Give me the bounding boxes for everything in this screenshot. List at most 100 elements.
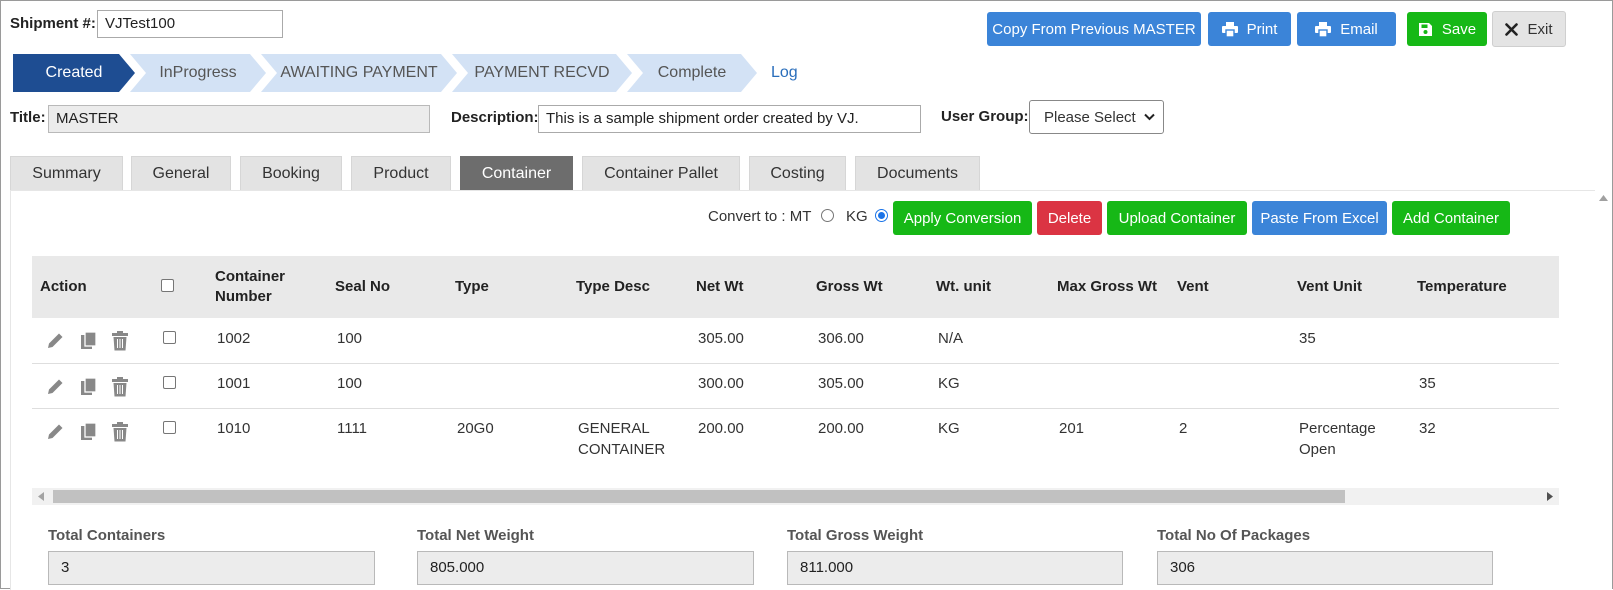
cell-type: 20G0 (457, 420, 494, 437)
table-header: Action Container Number Seal No Type Typ… (32, 256, 1559, 318)
cell-net-wt: 300.00 (698, 375, 744, 392)
cell-gross-wt: 305.00 (818, 375, 864, 392)
user-group-select[interactable]: Please Select (1029, 100, 1164, 134)
total-packages-label: Total No Of Packages (1157, 527, 1311, 544)
horizontal-scrollbar[interactable] (32, 488, 1559, 505)
cell-container-number: 1010 (217, 420, 251, 437)
email-button-label: Email (1340, 20, 1378, 38)
edit-icon[interactable] (46, 422, 65, 441)
cell-wt-unit: N/A (938, 330, 964, 347)
close-icon (1505, 22, 1519, 36)
total-gross-weight-label: Total Gross Weight (787, 527, 924, 544)
tab-documents[interactable]: Documents (855, 156, 980, 190)
delete-button[interactable]: Delete (1037, 201, 1102, 235)
print-button[interactable]: Print (1208, 12, 1291, 46)
cell-net-wt: 305.00 (698, 330, 744, 347)
cell-wt-unit: KG (938, 420, 960, 437)
save-button[interactable]: Save (1407, 12, 1487, 46)
scroll-right-icon[interactable] (1547, 492, 1553, 501)
copy-from-previous-button[interactable]: Copy From Previous MASTER (987, 12, 1201, 46)
kg-label: KG (846, 208, 868, 225)
col-vent-unit: Vent Unit (1297, 278, 1363, 295)
email-button[interactable]: Email (1297, 12, 1396, 46)
upload-container-button[interactable]: Upload Container (1107, 201, 1247, 235)
col-vent: Vent (1177, 278, 1209, 295)
shipment-number-input[interactable]: VJTest100 (97, 10, 283, 38)
copy-icon[interactable] (80, 331, 97, 350)
tab-costing[interactable]: Costing (749, 156, 846, 190)
title-input[interactable]: MASTER (48, 105, 430, 133)
copy-button-label: Copy From Previous MASTER (992, 20, 1196, 38)
mt-radio[interactable] (821, 209, 834, 222)
add-container-button[interactable]: Add Container (1392, 201, 1510, 235)
trash-icon[interactable] (111, 331, 129, 351)
print-button-label: Print (1246, 20, 1278, 38)
row-checkbox[interactable] (163, 331, 176, 344)
tab-booking[interactable]: Booking (240, 156, 342, 190)
copy-icon[interactable] (80, 377, 97, 396)
cell-seal-no: 100 (337, 330, 363, 347)
log-link[interactable]: Log (771, 64, 798, 82)
col-action: Action (40, 278, 87, 295)
scroll-left-icon[interactable] (38, 492, 44, 501)
step-created[interactable]: Created (13, 54, 135, 92)
table-row: 1001 100 300.00 305.00 KG 35 (32, 364, 1559, 409)
edit-icon[interactable] (46, 331, 65, 350)
row-checkbox[interactable] (163, 376, 176, 389)
save-button-label: Save (1441, 20, 1477, 38)
scroll-up-icon[interactable] (1599, 195, 1608, 201)
exit-button-label: Exit (1527, 20, 1553, 38)
cell-max-gross-wt: 201 (1059, 420, 1085, 437)
print-icon (1315, 21, 1332, 37)
paste-from-excel-button[interactable]: Paste From Excel (1252, 201, 1387, 235)
total-containers-field: 3 (48, 551, 375, 585)
tab-container[interactable]: Container (460, 156, 573, 190)
cell-type-desc: GENERAL CONTAINER (578, 420, 666, 458)
print-icon (1221, 21, 1238, 37)
cell-vent-unit: 35 (1299, 330, 1316, 347)
exit-button[interactable]: Exit (1492, 11, 1566, 47)
tab-product[interactable]: Product (351, 156, 451, 190)
col-container-number: Container Number (215, 268, 286, 305)
step-awaiting-payment[interactable]: AWAITING PAYMENT (261, 54, 457, 92)
copy-icon[interactable] (80, 422, 97, 441)
cell-vent: 2 (1179, 420, 1188, 437)
col-net-wt: Net Wt (696, 278, 744, 295)
col-max-gross-wt: Max Gross Wt (1057, 278, 1158, 295)
trash-icon[interactable] (111, 422, 129, 442)
cell-temperature: 35 (1419, 375, 1436, 392)
title-label: Title: (10, 109, 46, 126)
description-label: Description: (451, 109, 539, 126)
cell-container-number: 1001 (217, 375, 251, 392)
edit-icon[interactable] (46, 377, 65, 396)
cell-net-wt: 200.00 (698, 420, 744, 437)
step-complete[interactable]: Complete (627, 54, 757, 92)
shipment-label: Shipment #: (10, 15, 96, 32)
col-type: Type (455, 278, 489, 295)
col-wt-unit: Wt. unit (936, 278, 991, 295)
vertical-scrollbar[interactable] (1595, 190, 1612, 590)
apply-conversion-button[interactable]: Apply Conversion (893, 201, 1032, 235)
step-inprogress[interactable]: InProgress (130, 54, 266, 92)
description-input[interactable]: This is a sample shipment order created … (538, 105, 921, 133)
trash-icon[interactable] (111, 377, 129, 397)
total-containers-label: Total Containers (48, 527, 166, 544)
step-payment-recvd[interactable]: PAYMENT RECVD (452, 54, 632, 92)
tab-summary[interactable]: Summary (10, 156, 123, 190)
convert-label: Convert to : MT (708, 208, 812, 225)
tab-general[interactable]: General (131, 156, 231, 190)
table-row: 1010 1111 20G0 GENERAL CONTAINER 200.00 … (32, 409, 1559, 474)
kg-radio[interactable] (875, 209, 888, 222)
col-type-desc: Type Desc (576, 278, 650, 295)
col-seal-no: Seal No (335, 278, 391, 295)
save-icon (1418, 22, 1432, 36)
col-temperature: Temperature (1417, 278, 1507, 295)
cell-seal-no: 100 (337, 375, 363, 392)
total-net-weight-label: Total Net Weight (417, 527, 534, 544)
scrollbar-thumb[interactable] (53, 490, 1345, 503)
chevron-down-icon (1144, 113, 1155, 121)
cell-seal-no: 1111 (337, 420, 368, 437)
row-checkbox[interactable] (163, 421, 176, 434)
tab-container-pallet[interactable]: Container Pallet (582, 156, 740, 190)
select-all-checkbox[interactable] (161, 279, 174, 292)
